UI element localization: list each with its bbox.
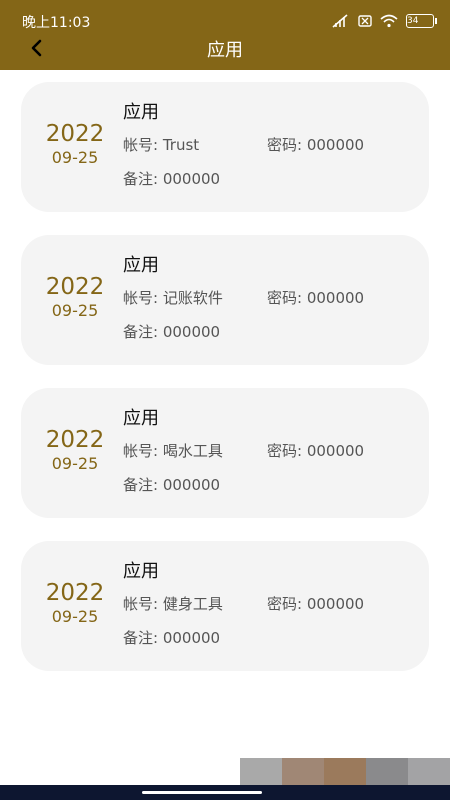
signal-off-icon	[332, 14, 350, 28]
record-list: 2022 09-25 应用 帐号: Trust 密码: 000000 备注: 0…	[21, 82, 430, 694]
record-month-day: 09-25	[51, 454, 99, 473]
note-field: 备注: 000000	[123, 627, 220, 648]
sim-icon	[358, 15, 372, 27]
password-value: 000000	[306, 136, 365, 154]
record-year: 2022	[45, 121, 105, 147]
account-value: 记账软件	[162, 289, 223, 307]
record-title: 应用	[123, 102, 159, 123]
battery-icon: 34	[406, 14, 437, 28]
record-title: 应用	[123, 255, 159, 276]
account-label: 帐号:	[123, 595, 163, 613]
note-value: 000000	[162, 476, 221, 494]
note-field: 备注: 000000	[123, 474, 220, 495]
home-indicator[interactable]	[142, 791, 262, 794]
note-value: 000000	[162, 170, 221, 188]
password-field: 密码: 000000	[267, 440, 364, 461]
record-card[interactable]: 2022 09-25 应用 帐号: 记账软件 密码: 000000 备注: 00…	[21, 235, 429, 365]
password-field: 密码: 000000	[267, 593, 364, 614]
note-label: 备注:	[123, 629, 163, 647]
record-date: 2022 09-25	[35, 579, 115, 627]
record-month-day: 09-25	[51, 148, 99, 167]
account-value: Trust	[162, 136, 200, 154]
password-label: 密码:	[267, 136, 307, 154]
account-field: 帐号: Trust	[123, 134, 199, 155]
record-title: 应用	[123, 561, 159, 582]
record-card[interactable]: 2022 09-25 应用 帐号: 喝水工具 密码: 000000 备注: 00…	[21, 388, 429, 518]
note-value: 000000	[162, 323, 221, 341]
password-label: 密码:	[267, 289, 307, 307]
account-field: 帐号: 健身工具	[123, 593, 223, 614]
record-card[interactable]: 2022 09-25 应用 帐号: 健身工具 密码: 000000 备注: 00…	[21, 541, 429, 671]
account-value: 喝水工具	[162, 442, 223, 460]
account-label: 帐号:	[123, 442, 163, 460]
header-bar: 晚上11:03 34 应用	[0, 0, 450, 70]
password-label: 密码:	[267, 595, 307, 613]
note-value: 000000	[162, 629, 221, 647]
record-month-day: 09-25	[51, 607, 99, 626]
password-value: 000000	[306, 289, 365, 307]
record-title: 应用	[123, 408, 159, 429]
note-field: 备注: 000000	[123, 321, 220, 342]
account-label: 帐号:	[123, 289, 163, 307]
account-field: 帐号: 喝水工具	[123, 440, 223, 461]
record-date: 2022 09-25	[35, 426, 115, 474]
record-year: 2022	[45, 427, 105, 453]
page-title: 应用	[207, 40, 243, 61]
password-field: 密码: 000000	[267, 287, 364, 308]
record-year: 2022	[45, 580, 105, 606]
record-card[interactable]: 2022 09-25 应用 帐号: Trust 密码: 000000 备注: 0…	[21, 82, 429, 212]
status-time: 晚上11:03	[22, 15, 91, 31]
record-date: 2022 09-25	[35, 273, 115, 321]
password-value: 000000	[306, 442, 365, 460]
password-field: 密码: 000000	[267, 134, 364, 155]
note-field: 备注: 000000	[123, 168, 220, 189]
password-value: 000000	[306, 595, 365, 613]
note-label: 备注:	[123, 170, 163, 188]
record-month-day: 09-25	[51, 301, 99, 320]
record-year: 2022	[45, 274, 105, 300]
account-field: 帐号: 记账软件	[123, 287, 223, 308]
wifi-icon	[380, 14, 398, 28]
note-label: 备注:	[123, 476, 163, 494]
password-label: 密码:	[267, 442, 307, 460]
note-label: 备注:	[123, 323, 163, 341]
account-value: 健身工具	[162, 595, 223, 613]
account-label: 帐号:	[123, 136, 163, 154]
status-icons: 34	[332, 12, 437, 30]
record-date: 2022 09-25	[35, 120, 115, 168]
